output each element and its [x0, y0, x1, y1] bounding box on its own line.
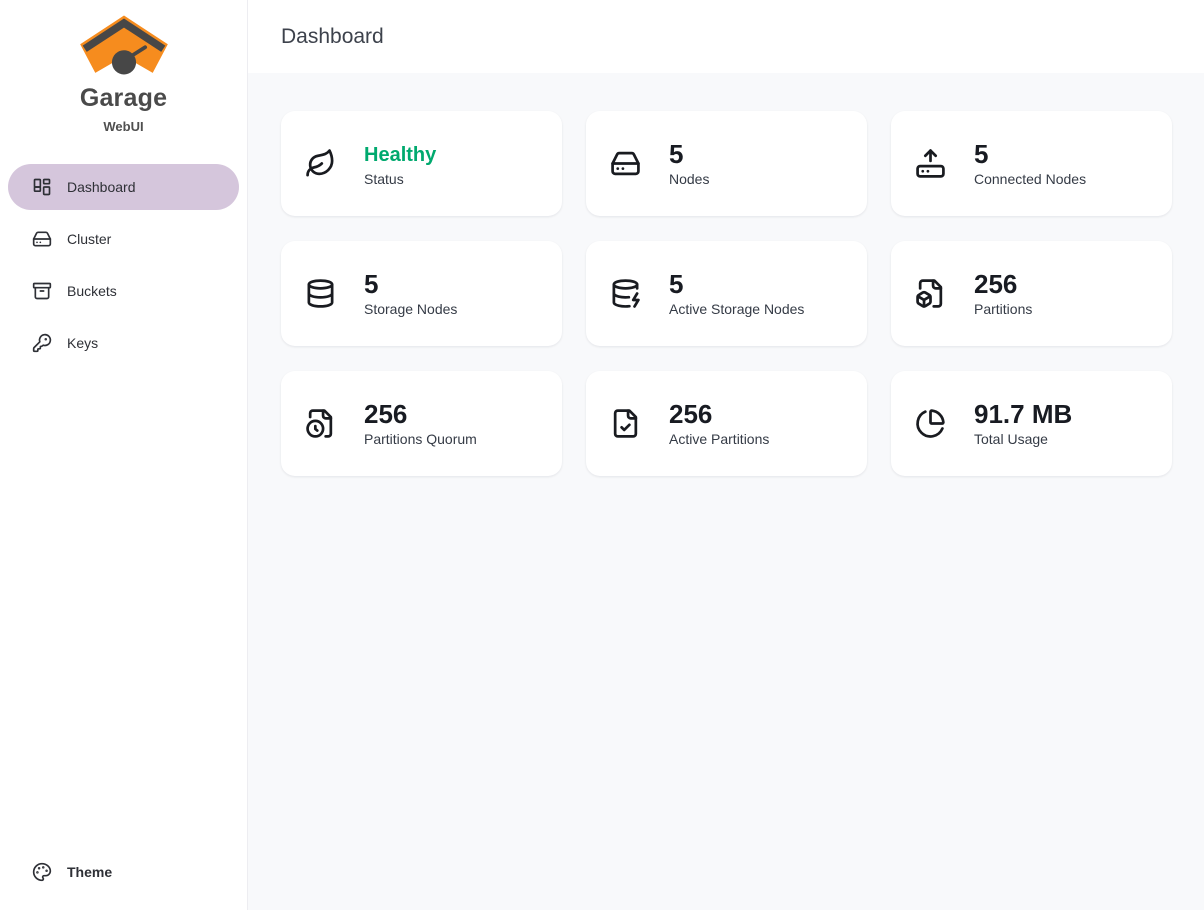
key-round-icon: [32, 333, 52, 353]
stat-label: Connected Nodes: [974, 171, 1086, 187]
garage-logo-icon: [78, 14, 170, 82]
stat-value: 5: [364, 270, 457, 299]
stat-cards-grid: Healthy Status 5 Nodes: [281, 111, 1172, 476]
stat-value: Healthy: [364, 141, 436, 169]
stat-label: Nodes: [669, 171, 709, 187]
sidebar-item-label: Buckets: [67, 283, 117, 299]
stat-value: 256: [974, 270, 1032, 299]
pie-chart-icon: [915, 408, 946, 439]
hard-drive-upload-icon: [915, 148, 946, 179]
sidebar-item-label: Keys: [67, 335, 98, 351]
stat-card-active-storage-nodes: 5 Active Storage Nodes: [586, 241, 867, 346]
logo-block: Garage WebUI: [8, 14, 239, 134]
database-zap-icon: [610, 278, 641, 309]
app-subtitle: WebUI: [8, 119, 239, 134]
stat-value: 256: [669, 400, 769, 429]
stat-card-status: Healthy Status: [281, 111, 562, 216]
stat-label: Partitions Quorum: [364, 431, 477, 447]
main-area: Dashboard Healthy Status: [248, 0, 1204, 910]
stat-card-total-usage: 91.7 MB Total Usage: [891, 371, 1172, 476]
hard-drive-icon: [610, 148, 641, 179]
theme-button[interactable]: Theme: [8, 852, 239, 892]
stat-card-partitions-quorum: 256 Partitions Quorum: [281, 371, 562, 476]
leaf-icon: [305, 148, 336, 179]
database-icon: [305, 278, 336, 309]
topbar: Dashboard: [248, 0, 1204, 73]
sidebar-item-dashboard[interactable]: Dashboard: [8, 164, 239, 210]
stat-label: Partitions: [974, 301, 1032, 317]
stat-card-partitions: 256 Partitions: [891, 241, 1172, 346]
sidebar-item-buckets[interactable]: Buckets: [8, 268, 239, 314]
stat-card-active-partitions: 256 Active Partitions: [586, 371, 867, 476]
page-title: Dashboard: [281, 25, 384, 49]
stat-value: 256: [364, 400, 477, 429]
sidebar-nav: Dashboard Cluster Buckets Keys: [8, 164, 239, 366]
sidebar: Garage WebUI Dashboard Cluster Buckets: [0, 0, 248, 910]
stat-value: 5: [974, 140, 1086, 169]
stat-card-storage-nodes: 5 Storage Nodes: [281, 241, 562, 346]
stat-card-connected-nodes: 5 Connected Nodes: [891, 111, 1172, 216]
file-check-icon: [610, 408, 641, 439]
sidebar-item-cluster[interactable]: Cluster: [8, 216, 239, 262]
stat-value: 5: [669, 140, 709, 169]
stat-label: Status: [364, 171, 436, 187]
stat-label: Storage Nodes: [364, 301, 457, 317]
archive-icon: [32, 281, 52, 301]
dashboard-content: Healthy Status 5 Nodes: [248, 73, 1204, 910]
sidebar-footer: Theme: [8, 852, 239, 892]
stat-value: 91.7 MB: [974, 400, 1072, 429]
sidebar-item-label: Cluster: [67, 231, 111, 247]
sidebar-item-label: Dashboard: [67, 179, 136, 195]
file-box-icon: [915, 278, 946, 309]
file-clock-icon: [305, 408, 336, 439]
theme-button-label: Theme: [67, 864, 112, 880]
stat-card-nodes: 5 Nodes: [586, 111, 867, 216]
layout-dashboard-icon: [32, 177, 52, 197]
stat-label: Total Usage: [974, 431, 1072, 447]
sidebar-item-keys[interactable]: Keys: [8, 320, 239, 366]
palette-icon: [32, 862, 52, 882]
app-name: Garage: [8, 84, 239, 113]
stat-label: Active Storage Nodes: [669, 301, 804, 317]
hard-drive-icon: [32, 229, 52, 249]
stat-value: 5: [669, 270, 804, 299]
stat-label: Active Partitions: [669, 431, 769, 447]
